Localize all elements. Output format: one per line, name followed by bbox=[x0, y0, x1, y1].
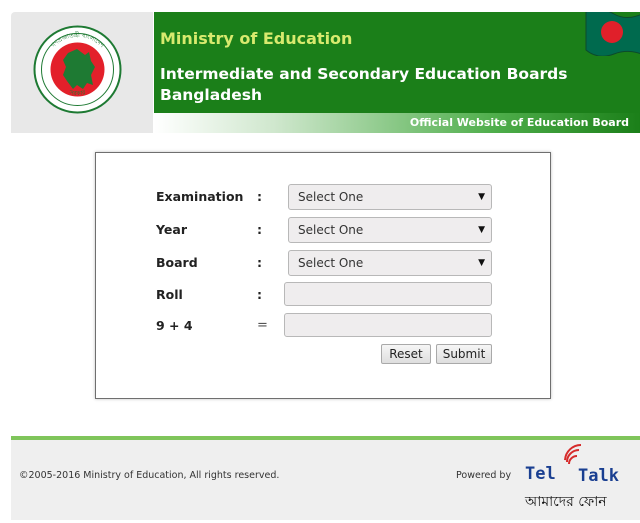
chevron-down-icon: ▼ bbox=[478, 225, 485, 235]
examination-row: Examination : Select One ▼ bbox=[156, 184, 496, 210]
year-label: Year bbox=[156, 222, 187, 237]
logo-area: গণপ্রজাতন্ত্রী বাংলাদেশ সরকার bbox=[11, 12, 153, 133]
teletalk-logo[interactable]: Tel Talk আমাদের ফোন bbox=[519, 440, 640, 520]
board-colon: : bbox=[257, 255, 262, 270]
board-select-value: Select One bbox=[298, 256, 364, 270]
brand-tele: Tel bbox=[525, 464, 556, 484]
copyright-text: ©2005-2016 Ministry of Education, All ri… bbox=[19, 470, 280, 481]
svg-text:সরকার: সরকার bbox=[68, 89, 87, 97]
header-banner: Ministry of Education Intermediate and S… bbox=[154, 12, 640, 113]
official-website-text: Official Website of Education Board bbox=[409, 116, 629, 129]
year-colon: : bbox=[257, 222, 262, 237]
submit-button[interactable]: Submit bbox=[436, 344, 492, 364]
captcha-input[interactable] bbox=[284, 313, 492, 337]
roll-input[interactable] bbox=[284, 282, 492, 306]
powered-by-text: Powered by bbox=[456, 470, 512, 481]
brand-talk: Talk bbox=[578, 466, 619, 486]
board-label: Board bbox=[156, 255, 198, 270]
reset-button[interactable]: Reset bbox=[381, 344, 431, 364]
chevron-down-icon: ▼ bbox=[478, 258, 485, 268]
captcha-equals: = bbox=[257, 318, 268, 333]
year-select[interactable]: Select One ▼ bbox=[288, 217, 492, 243]
examination-select-value: Select One bbox=[298, 190, 364, 204]
chevron-down-icon: ▼ bbox=[478, 192, 485, 202]
examination-label: Examination bbox=[156, 189, 244, 204]
bangladesh-flag-icon bbox=[585, 12, 640, 56]
footer: ©2005-2016 Ministry of Education, All ri… bbox=[11, 440, 640, 520]
board-row: Board : Select One ▼ bbox=[156, 250, 496, 276]
brand-tagline: আমাদের ফোন bbox=[525, 494, 607, 510]
result-form: Examination : Select One ▼ Year : Select… bbox=[95, 152, 551, 399]
board-select[interactable]: Select One ▼ bbox=[288, 250, 492, 276]
roll-row: Roll : bbox=[156, 282, 496, 308]
header: গণপ্রজাতন্ত্রী বাংলাদেশ সরকার Ministry o… bbox=[11, 12, 640, 133]
header-subbar: Official Website of Education Board bbox=[154, 113, 640, 133]
roll-colon: : bbox=[257, 287, 262, 302]
captcha-label: 9 + 4 bbox=[156, 318, 193, 333]
year-select-value: Select One bbox=[298, 223, 364, 237]
year-row: Year : Select One ▼ bbox=[156, 217, 496, 243]
signal-waves-icon bbox=[564, 444, 582, 465]
seal-bottom-text: সরকার bbox=[68, 89, 87, 97]
government-seal-icon: গণপ্রজাতন্ত্রী বাংলাদেশ সরকার bbox=[33, 25, 122, 114]
examination-colon: : bbox=[257, 189, 262, 204]
roll-label: Roll bbox=[156, 287, 183, 302]
examination-select[interactable]: Select One ▼ bbox=[288, 184, 492, 210]
ministry-title: Ministry of Education bbox=[160, 29, 353, 48]
boards-title: Intermediate and Secondary Education Boa… bbox=[160, 65, 568, 104]
captcha-row: 9 + 4 = bbox=[156, 313, 496, 339]
